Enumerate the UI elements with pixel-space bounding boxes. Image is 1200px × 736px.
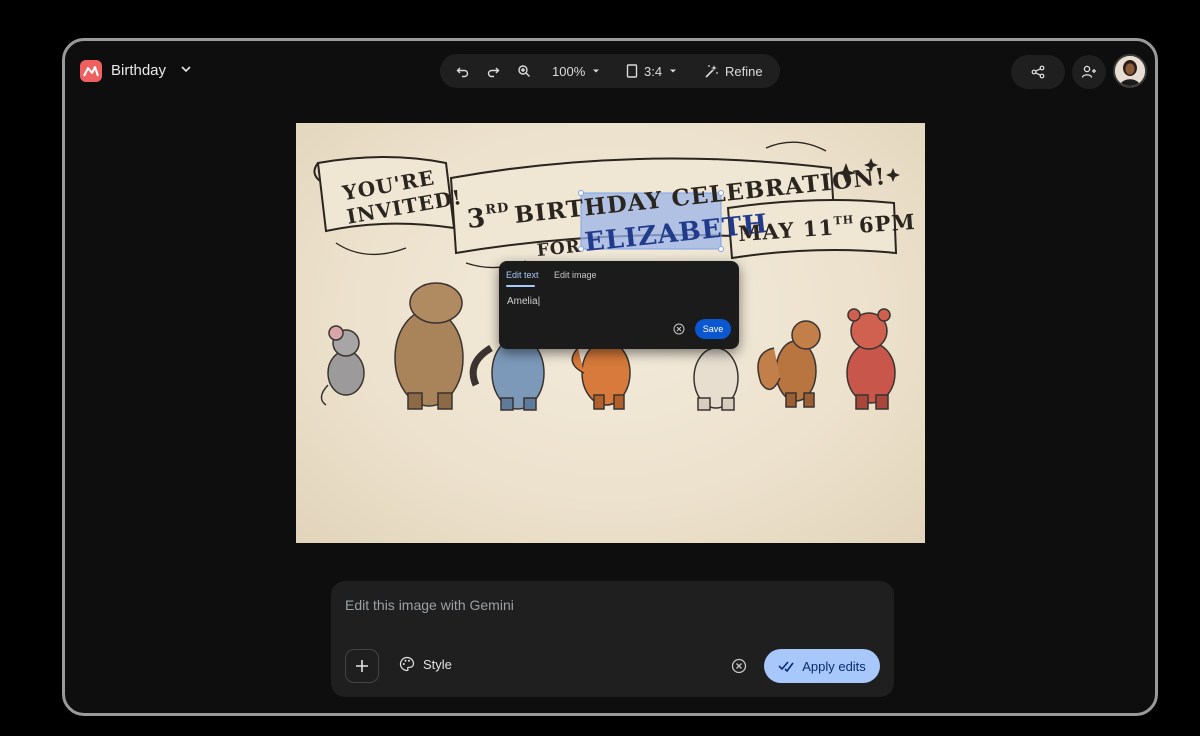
done-all-icon xyxy=(778,661,794,672)
active-tab-indicator xyxy=(506,285,535,287)
plus-icon xyxy=(356,660,368,672)
redo-icon xyxy=(487,67,500,78)
tab-edit-text[interactable]: Edit text xyxy=(506,270,539,280)
avatar-image xyxy=(1115,56,1145,86)
app-title[interactable]: Birthday xyxy=(111,62,166,79)
aspect-ratio-select[interactable]: 3:4 xyxy=(626,54,678,88)
clear-icon[interactable] xyxy=(673,323,685,335)
squirrel xyxy=(757,320,821,408)
redo-button[interactable] xyxy=(486,54,500,88)
apply-edits-label: Apply edits xyxy=(802,658,866,674)
undo-button[interactable] xyxy=(456,54,470,88)
edit-text-input[interactable]: Amelia| xyxy=(507,296,540,307)
app-logo-icon xyxy=(80,60,102,82)
aspect-ratio-label: 3:4 xyxy=(644,63,663,79)
user-avatar[interactable] xyxy=(1113,54,1147,88)
chevron-down-icon[interactable] xyxy=(179,62,193,76)
apply-edits-button[interactable]: Apply edits xyxy=(764,649,880,683)
palette-icon xyxy=(399,656,415,672)
teddy-bear xyxy=(846,308,896,410)
style-button[interactable]: Style xyxy=(399,656,452,672)
gemini-prompt-box: Edit this image with Gemini Style Apply … xyxy=(331,581,894,697)
app-window: Birthday 100% 3:4 Refine YOU'RE INVITED!… xyxy=(62,38,1158,716)
mouse xyxy=(320,325,365,406)
clear-prompt-icon[interactable] xyxy=(731,658,747,674)
bunny xyxy=(693,347,739,411)
fox xyxy=(571,340,631,410)
zoom-button[interactable] xyxy=(517,54,531,88)
person-add-icon xyxy=(1081,65,1096,78)
share-button[interactable] xyxy=(1011,55,1065,89)
add-button[interactable] xyxy=(345,649,379,683)
magic-wand-icon xyxy=(705,64,718,78)
style-label: Style xyxy=(423,656,452,672)
share-icon xyxy=(1031,65,1045,79)
refine-button[interactable]: Refine xyxy=(704,54,763,88)
capybara xyxy=(394,282,464,410)
tab-edit-image[interactable]: Edit image xyxy=(554,270,597,280)
zoom-select[interactable]: 100% xyxy=(552,54,601,88)
zoom-in-icon xyxy=(518,65,530,77)
zoom-level: 100% xyxy=(552,63,586,79)
save-button[interactable]: Save xyxy=(695,319,731,339)
refine-label: Refine xyxy=(725,63,763,79)
add-person-button[interactable] xyxy=(1072,55,1106,89)
caret-down-icon xyxy=(670,69,677,73)
top-toolbar: 100% 3:4 Refine xyxy=(440,54,780,88)
caret-down-icon xyxy=(593,69,600,73)
undo-icon xyxy=(456,67,469,78)
aspect-ratio-icon xyxy=(626,64,638,78)
prompt-input[interactable]: Edit this image with Gemini xyxy=(345,597,514,613)
edit-text-popup: Edit text Edit image Amelia| Save xyxy=(499,261,739,349)
